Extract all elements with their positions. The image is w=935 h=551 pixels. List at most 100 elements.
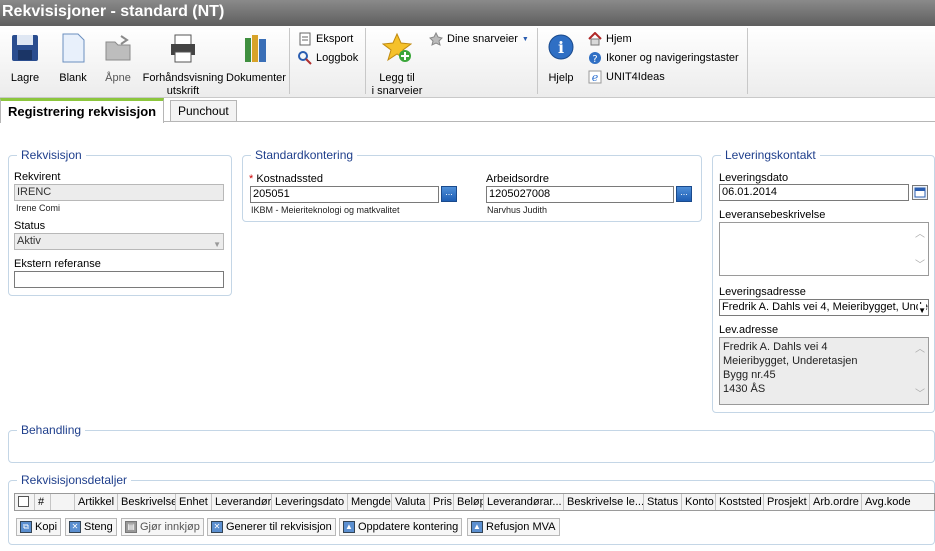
rekvirent-field[interactable]: IRENC	[14, 184, 224, 201]
documents-button[interactable]: Dokumenter	[226, 32, 286, 85]
add-to-shortcuts-button[interactable]: Legg til i snarveier	[370, 32, 424, 98]
svg-text:i: i	[558, 38, 564, 57]
leveringsdato-input[interactable]: 06.01.2014	[719, 184, 909, 201]
column-header[interactable]: Prosjekt	[764, 494, 810, 510]
close-icon: ✕	[69, 521, 81, 533]
blank-page-icon	[62, 33, 85, 63]
print-preview-label-1: Forhåndsvisning	[142, 72, 224, 84]
column-header[interactable]: Arb.ordre	[810, 494, 862, 510]
arbeidsordre-label: Arbeidsordre	[486, 173, 549, 185]
leveransebeskrivelse-textarea[interactable]: ︿ ﹀	[719, 222, 929, 276]
column-header[interactable]: Beløp	[454, 494, 484, 510]
kostnadssted-label: * Kostnadssted	[249, 173, 323, 185]
logbook-button[interactable]: Loggbok	[298, 50, 358, 66]
column-header[interactable]: Leveringsdato	[272, 494, 348, 510]
kostnadssted-lookup-button[interactable]: ...	[441, 186, 457, 202]
unit4ideas-label: UNIT4Ideas	[606, 71, 665, 83]
unit4ideas-link[interactable]: e UNIT4Ideas	[588, 69, 665, 85]
print-preview-button[interactable]: Forhåndsvisning utskrift	[142, 32, 224, 98]
column-header[interactable]: Beskrivelse	[118, 494, 176, 510]
column-header[interactable]: Valuta	[392, 494, 430, 510]
column-header[interactable]: Leverandør	[212, 494, 272, 510]
copy-button[interactable]: ⧉ Kopi	[16, 518, 62, 536]
tab-punchout[interactable]: Punchout	[170, 100, 237, 122]
update-accounting-button[interactable]: ▲ Oppdatere kontering	[339, 518, 463, 536]
levadresse-label: Lev.adresse	[719, 324, 779, 336]
toolbar-separator	[365, 28, 366, 94]
generate-requisition-label: Generer til rekvisisjon	[226, 521, 332, 533]
blank-button[interactable]: Blank	[56, 32, 90, 85]
leveringsdato-label: Leveringsdato	[719, 172, 789, 184]
leveringskontakt-legend: Leveringskontakt	[725, 148, 816, 162]
your-shortcuts-dropdown[interactable]: Dine snarveier ▼	[429, 31, 529, 47]
generate-icon: ✕	[211, 521, 223, 533]
save-button[interactable]: Lagre	[8, 32, 42, 85]
make-purchase-label: Gjør innkjøp	[140, 521, 200, 533]
add-to-shortcuts-label-1: Legg til	[379, 72, 415, 84]
home-link[interactable]: Hjem	[588, 31, 632, 47]
column-header[interactable]: Koststed	[716, 494, 764, 510]
floppy-disk-icon	[12, 35, 38, 61]
calendar-icon[interactable]	[912, 185, 928, 200]
open-label: Åpne	[105, 72, 131, 84]
leveringsadresse-select[interactable]: Fredrik A. Dahls vei 4, Meieribygget, Un…	[719, 299, 929, 316]
arbeidsordre-lookup-button[interactable]: ...	[676, 186, 692, 202]
column-header[interactable]: Konto	[682, 494, 716, 510]
levadresse-text: Fredrik A. Dahls vei 4 Meieribygget, Und…	[723, 340, 858, 396]
scroll-up-icon: ︿	[915, 344, 925, 355]
icons-navigation-keys-link[interactable]: ? Ikoner og navigeringstaster	[588, 50, 739, 66]
levadresse-line: 1430 ÅS	[723, 383, 766, 395]
help-button[interactable]: i Hjelp	[542, 32, 580, 85]
blank-label: Blank	[59, 72, 87, 84]
select-all-checkbox-cell[interactable]	[15, 494, 35, 510]
printer-icon	[171, 34, 195, 63]
behandling-group: Behandling	[8, 423, 935, 463]
column-header[interactable]: Avg.kode	[862, 494, 912, 510]
kostnadssted-input[interactable]: 205051	[250, 186, 439, 203]
make-purchase-button[interactable]: ▤ Gjør innkjøp	[121, 518, 204, 536]
open-button[interactable]: Åpne	[101, 32, 135, 85]
export-icon	[299, 32, 311, 46]
textarea-scrollbar[interactable]: ︿ ﹀	[913, 340, 927, 402]
scroll-down-icon: ﹀	[915, 260, 925, 271]
tab-registrering[interactable]: Registrering rekvisisjon	[0, 98, 165, 123]
svg-text:?: ?	[592, 54, 597, 65]
column-header[interactable]: Status	[644, 494, 682, 510]
select-all-checkbox[interactable]	[18, 496, 29, 507]
behandling-legend: Behandling	[21, 423, 82, 437]
leveringsadresse-value: Fredrik A. Dahls vei 4, Meieribygget, Un…	[722, 301, 928, 313]
rekvisisjonsdetaljer-legend: Rekvisisjonsdetaljer	[21, 473, 128, 487]
generate-requisition-button[interactable]: ✕ Generer til rekvisisjon	[207, 518, 336, 536]
column-header[interactable]: Mengde	[348, 494, 392, 510]
leveransebeskrivelse-label: Leveransebeskrivelse	[719, 209, 826, 221]
column-header[interactable]: Leverandørar...	[484, 494, 564, 510]
status-select[interactable]: Aktiv ▼	[14, 233, 224, 250]
star-add-icon	[381, 32, 413, 62]
chevron-down-icon: ▼	[213, 240, 221, 249]
copy-label: Kopi	[35, 521, 58, 533]
levadresse-line: Bygg nr.45	[723, 369, 776, 381]
leveringsadresse-label: Leveringsadresse	[719, 286, 806, 298]
arbeidsordre-input[interactable]: 1205027008	[486, 186, 674, 203]
column-header[interactable]: Enhet	[176, 494, 212, 510]
logbook-label: Loggbok	[316, 52, 359, 64]
ekstern-referanse-input[interactable]	[14, 271, 224, 288]
export-button[interactable]: Eksport	[298, 31, 353, 47]
textarea-scrollbar[interactable]: ︿ ﹀	[913, 225, 927, 273]
column-header[interactable]: Pris	[430, 494, 454, 510]
close-rows-button[interactable]: ✕ Steng	[65, 518, 117, 536]
magnifier-icon	[298, 51, 312, 65]
ekstern-referanse-label: Ekstern referanse	[14, 258, 101, 270]
toolbar-separator	[537, 28, 538, 94]
toolbar-separator	[289, 28, 290, 94]
column-header[interactable]: #	[35, 494, 51, 510]
levadresse-textarea[interactable]: Fredrik A. Dahls vei 4 Meieribygget, Und…	[719, 337, 929, 405]
column-header[interactable]: Beskrivelse le...	[564, 494, 644, 510]
kostnadssted-label-text: Kostnadssted	[256, 173, 323, 185]
column-header-blank	[51, 494, 75, 510]
column-header[interactable]: Artikkel	[75, 494, 118, 510]
your-shortcuts-label: Dine snarveier	[447, 33, 518, 45]
scroll-up-icon: ︿	[915, 229, 925, 240]
vat-refund-button[interactable]: ▲ Refusjon MVA	[467, 518, 560, 536]
refund-icon: ▲	[471, 521, 483, 533]
